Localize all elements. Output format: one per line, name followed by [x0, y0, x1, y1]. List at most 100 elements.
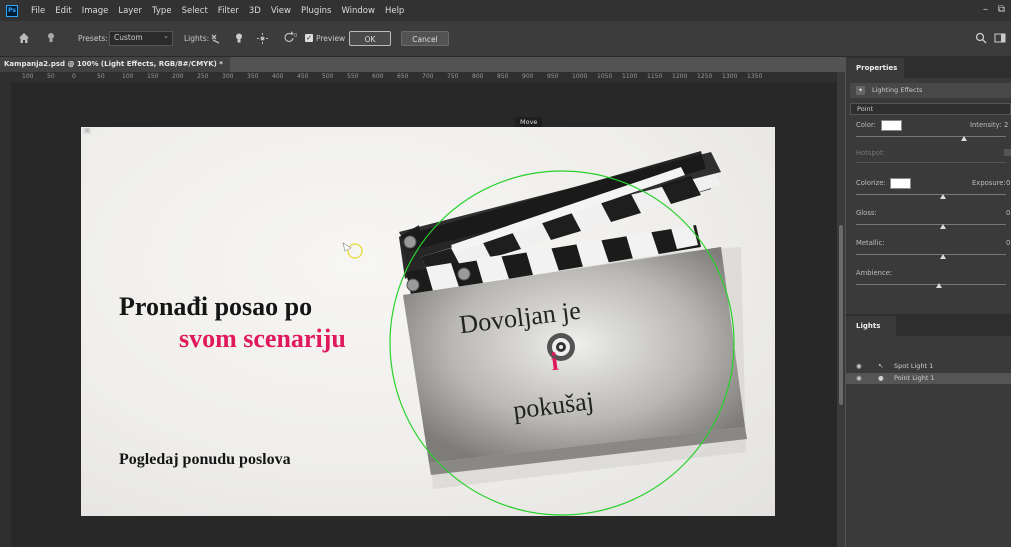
- menu-window[interactable]: Window: [336, 6, 380, 16]
- ok-button[interactable]: OK: [349, 31, 391, 46]
- svg-text:0: 0: [294, 33, 297, 39]
- ruler-tick-label: 1000: [572, 73, 588, 80]
- scrollbar-thumb[interactable]: [839, 225, 843, 405]
- menu-view[interactable]: View: [266, 6, 296, 16]
- metallic-slider-thumb[interactable]: [940, 254, 946, 259]
- light-item-point[interactable]: ◉ ● Point Light 1: [846, 373, 1011, 384]
- presets-label: Presets:: [78, 34, 108, 43]
- ruler-tick-label: 800: [472, 73, 484, 80]
- add-point-light-icon[interactable]: [234, 32, 244, 44]
- presets-dropdown[interactable]: Custom ⌄: [109, 31, 173, 46]
- ruler-tick-label: 200: [172, 73, 184, 80]
- exposure-label: Exposure:: [972, 179, 1006, 187]
- metallic-value[interactable]: 0: [1006, 239, 1010, 247]
- properties-header-label: Lighting Effects: [872, 86, 923, 94]
- menu-file[interactable]: File: [26, 6, 50, 16]
- exposure-slider[interactable]: [856, 194, 1006, 195]
- ruler-tick-label: 350: [247, 73, 259, 80]
- restore-icon[interactable]: ⧉: [998, 4, 1005, 15]
- menu-bar: Ps File Edit Image Layer Type Select Fil…: [0, 0, 1011, 21]
- tab-properties[interactable]: Properties: [846, 58, 904, 78]
- hotspot-value: [1004, 149, 1011, 156]
- colorize-swatch[interactable]: [890, 178, 911, 189]
- ruler-tick-label: 750: [447, 73, 459, 80]
- ruler-tick-label: 400: [272, 73, 284, 80]
- visibility-eye-icon[interactable]: ◉: [856, 361, 862, 372]
- exposure-value[interactable]: 0: [1006, 179, 1010, 187]
- metallic-label: Metallic:: [856, 239, 885, 247]
- workspace-icon[interactable]: [994, 32, 1006, 44]
- menu-select[interactable]: Select: [177, 6, 213, 16]
- ambience-label: Ambience:: [856, 269, 893, 277]
- menu-type[interactable]: Type: [147, 6, 177, 16]
- document-title: Kampanja2.psd @ 100% (Light Effects, RGB…: [4, 60, 223, 68]
- menu-layer[interactable]: Layer: [113, 6, 147, 16]
- ruler-tick-label: 150: [147, 73, 159, 80]
- search-icon[interactable]: [975, 32, 987, 44]
- ambience-slider[interactable]: [856, 284, 1006, 285]
- ruler-tick-label: 0: [72, 73, 76, 80]
- headline-line-2: svom scenariju: [179, 324, 346, 353]
- headline-line-1: Pronađi posao po: [119, 292, 313, 321]
- ruler-tick-label: 300: [222, 73, 234, 80]
- ruler-tick-label: 250: [197, 73, 209, 80]
- intensity-slider[interactable]: [856, 136, 1006, 137]
- light-name: Spot Light 1: [894, 362, 934, 370]
- light-name: Point Light 1: [894, 374, 935, 382]
- light-type-dropdown[interactable]: Point: [850, 103, 1011, 115]
- exposure-slider-thumb[interactable]: [940, 194, 946, 199]
- light-type-value: Point: [857, 105, 874, 113]
- horizontal-ruler: 100 50 0 50 100 150 200 250 300 350 400 450 500 550 60…: [0, 72, 845, 83]
- chevron-down-icon: ⌄: [163, 32, 169, 40]
- ruler-tick-label: 550: [347, 73, 359, 80]
- menu-plugins[interactable]: Plugins: [296, 6, 336, 16]
- light-item-spot[interactable]: ◉ ↖ Spot Light 1: [846, 361, 1011, 372]
- right-panel: Properties ✦ Lighting Effects Point Colo…: [846, 56, 1011, 547]
- gloss-slider[interactable]: [856, 224, 1006, 225]
- menu-help[interactable]: Help: [380, 6, 409, 16]
- lightbulb-tool-icon: [48, 33, 54, 42]
- intensity-slider-thumb[interactable]: [961, 136, 967, 141]
- ruler-tick-label: 1350: [747, 73, 763, 80]
- menu-3d[interactable]: 3D: [244, 6, 266, 16]
- menu-filter[interactable]: Filter: [213, 6, 244, 16]
- ruler-tick-label: 450: [297, 73, 309, 80]
- ruler-tick-label: 900: [522, 73, 534, 80]
- minimize-icon[interactable]: –: [983, 4, 988, 15]
- color-swatch[interactable]: [881, 120, 902, 131]
- ruler-tick-label: 650: [397, 73, 409, 80]
- metallic-slider[interactable]: [856, 254, 1006, 255]
- ruler-tick-label: 1300: [722, 73, 738, 80]
- preview-label: Preview: [316, 34, 346, 43]
- intensity-value[interactable]: 2: [1004, 121, 1008, 129]
- tab-lights[interactable]: Lights: [846, 316, 896, 336]
- ambience-slider-thumb[interactable]: [936, 283, 942, 288]
- move-tooltip: Move: [515, 117, 543, 127]
- gloss-label: Gloss:: [856, 209, 877, 217]
- ruler-tick-label: 50: [47, 73, 55, 80]
- lights-label: Lights:: [184, 34, 210, 43]
- gloss-slider-thumb[interactable]: [940, 224, 946, 229]
- preview-checkbox[interactable]: ✓: [305, 34, 313, 42]
- cta-text: Pogledaj ponudu poslova: [119, 451, 291, 468]
- document-image[interactable]: ⊞ Dovoljan je i pokušaj Pronađi posao po…: [81, 127, 775, 516]
- vertical-ruler: [0, 83, 11, 547]
- photoshop-logo: Ps: [6, 4, 18, 17]
- home-icon[interactable]: [18, 32, 30, 44]
- hotspot-slider: [856, 162, 1006, 163]
- ruler-tick-label: 950: [547, 73, 559, 80]
- menu-edit[interactable]: Edit: [50, 6, 76, 16]
- add-infinite-light-icon[interactable]: [257, 33, 268, 44]
- document-tab[interactable]: Kampanja2.psd @ 100% (Light Effects, RGB…: [0, 57, 230, 83]
- cancel-button[interactable]: Cancel: [401, 31, 449, 46]
- gloss-value[interactable]: 0: [1006, 209, 1010, 217]
- presets-value: Custom: [114, 33, 143, 42]
- add-spot-light-icon[interactable]: [210, 33, 221, 44]
- ruler-tick-label: 1150: [647, 73, 663, 80]
- visibility-eye-icon[interactable]: ◉: [856, 373, 862, 384]
- menu-image[interactable]: Image: [77, 6, 114, 16]
- hotspot-label: Hotspot:: [856, 149, 885, 157]
- ruler-tick-label: 600: [372, 73, 384, 80]
- reset-light-icon[interactable]: 0: [282, 31, 298, 44]
- window-controls: – ⧉: [983, 4, 1005, 15]
